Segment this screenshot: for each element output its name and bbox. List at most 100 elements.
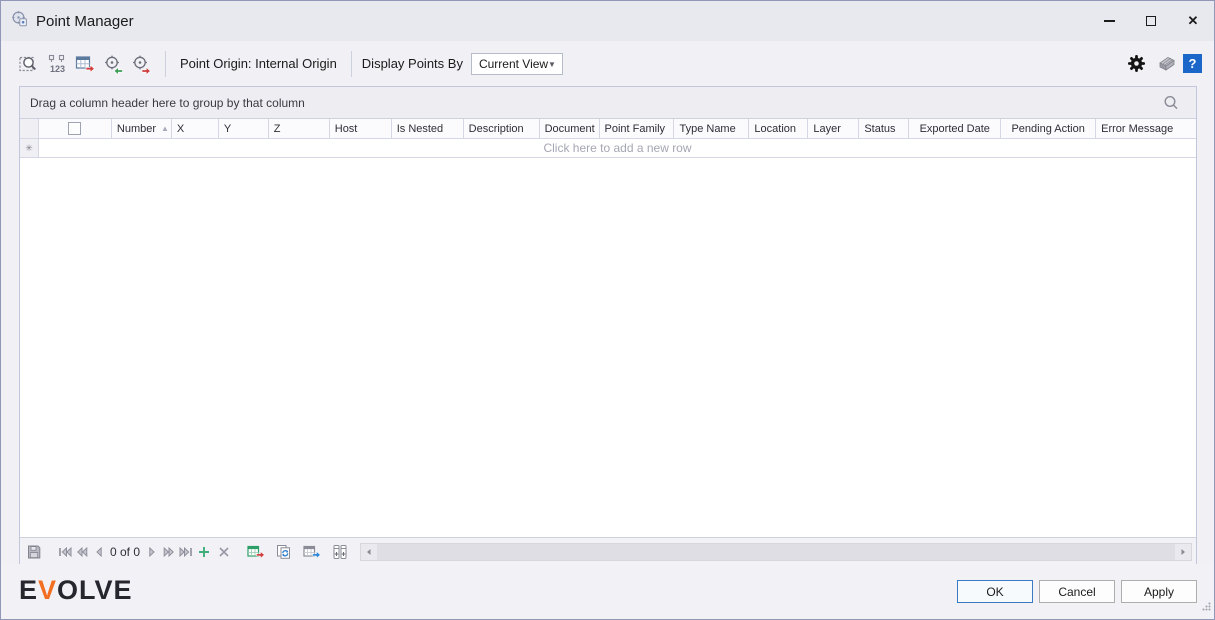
point-origin-label: Point Origin: Internal Origin [180,56,337,71]
apply-button[interactable]: Apply [1121,580,1197,603]
app-icon [11,10,28,32]
close-icon: ✕ [1187,13,1199,28]
plus-icon [199,546,210,557]
ok-button[interactable]: OK [957,580,1033,603]
horizontal-scrollbar[interactable] [360,542,1192,561]
toolbar-separator [165,50,166,77]
export-to-excel-button[interactable] [246,541,266,563]
new-row-indicator: ✳ [20,139,39,157]
titlebar: Point Manager ✕ [1,1,1214,41]
column-header-exported-date[interactable]: Exported Date [909,119,1002,138]
scroll-left-button[interactable] [361,544,377,560]
previous-page-button[interactable] [73,541,90,563]
settings-button[interactable] [1125,50,1147,78]
column-header-pending-action[interactable]: Pending Action [1001,119,1097,138]
column-header-z[interactable]: Z [269,119,330,138]
next-record-icon [148,546,155,557]
resize-grip-icon[interactable] [1202,598,1211,616]
close-button[interactable]: ✕ [1172,1,1214,41]
eraser-icon [1158,57,1175,71]
column-header-x[interactable]: X [172,119,219,138]
previous-record-button[interactable] [90,541,107,563]
export-table-button[interactable] [302,541,322,563]
point-manager-window: Point Manager ✕ 123 Point Origin: Intern… [0,0,1215,620]
display-points-by-select[interactable]: Current View ▼ [470,52,563,75]
last-record-button[interactable] [177,541,194,563]
search-button[interactable] [1162,94,1180,117]
window-title: Point Manager [36,12,134,30]
help-button[interactable]: ? [1183,54,1202,73]
maximize-icon [1146,16,1156,26]
column-header-layer[interactable]: Layer [808,119,860,138]
scroll-right-button[interactable] [1175,544,1191,560]
record-position: 0 of 0 [110,544,141,559]
column-header-point-family[interactable]: Point Family [600,119,675,138]
export-grid-button[interactable] [71,50,99,78]
scroll-right-icon [1181,548,1185,555]
points-grid: Drag a column header here to group by th… [19,86,1197,566]
toolbar-separator [350,50,352,77]
delete-row-button[interactable] [214,541,234,563]
column-header-description[interactable]: Description [464,119,540,138]
column-chooser-icon [333,544,347,559]
grid-body[interactable] [20,158,1196,537]
renumber-points-button[interactable]: 123 [43,50,71,78]
toolbar: 123 Point Origin: Internal Origin Displa… [1,41,1214,86]
new-row-marker-icon: ✳ [25,142,33,153]
copy-refresh-button[interactable] [274,541,294,563]
new-row[interactable]: ✳ Click here to add a new row [20,139,1196,158]
zoom-selection-icon [19,56,36,71]
column-chooser-button[interactable] [330,541,350,563]
column-header-is-nested[interactable]: Is Nested [392,119,464,138]
column-header-y[interactable]: Y [219,119,269,138]
record-navigator: 0 of 0 [20,537,1196,565]
display-points-by-label: Display Points By [361,56,463,71]
save-layout-button[interactable] [24,541,44,563]
select-all-checkbox[interactable] [68,122,82,135]
evolve-logo: E V OLVE [19,575,133,606]
first-record-button[interactable] [56,541,73,563]
brand-letter-e: E [19,575,39,605]
column-header-type-name[interactable]: Type Name [674,119,750,138]
scrollbar-thumb[interactable] [377,543,1175,560]
group-by-panel[interactable]: Drag a column header here to group by th… [20,87,1196,119]
display-points-by-value: Current View [478,56,549,71]
clear-button[interactable] [1154,50,1176,78]
column-header-document[interactable]: Document [540,119,600,138]
export-points-icon [133,55,151,75]
minimize-icon [1103,19,1115,23]
column-header-status[interactable]: Status [859,119,910,138]
select-all-header[interactable] [39,119,112,138]
zoom-to-selection-button[interactable] [15,50,43,78]
next-page-button[interactable] [160,541,177,563]
brand-letter-v: V [38,575,58,605]
maximize-button[interactable] [1130,1,1172,41]
table-export-icon [303,545,321,559]
scroll-left-icon [367,548,371,555]
delete-x-icon [219,546,229,557]
previous-record-icon [95,546,102,557]
floppy-disk-icon [28,545,41,558]
add-row-button[interactable] [194,541,214,563]
add-new-row-hint[interactable]: Click here to add a new row [39,139,1196,157]
column-header-error-message[interactable]: Error Message [1096,119,1196,138]
excel-export-icon [247,545,265,559]
search-icon [1164,95,1178,110]
minimize-button[interactable] [1088,1,1130,41]
renumber-123-icon: 123 [48,54,65,74]
cancel-button[interactable]: Cancel [1039,580,1115,603]
column-header-number[interactable]: Number ▲ [112,119,172,138]
import-points-button[interactable] [99,50,127,78]
brand-letters-olve: OLVE [57,575,133,605]
svg-text:123: 123 [50,64,65,74]
column-header-location[interactable]: Location [749,119,809,138]
export-points-button[interactable] [127,50,155,78]
gear-icon [1127,55,1145,72]
export-grid-icon [75,55,95,73]
copy-refresh-icon [277,544,291,559]
column-header-host[interactable]: Host [330,119,392,138]
group-by-hint: Drag a column header here to group by th… [30,95,305,110]
help-icon: ? [1188,56,1197,71]
next-record-button[interactable] [143,541,160,563]
chevron-down-icon: ▼ [548,59,556,69]
